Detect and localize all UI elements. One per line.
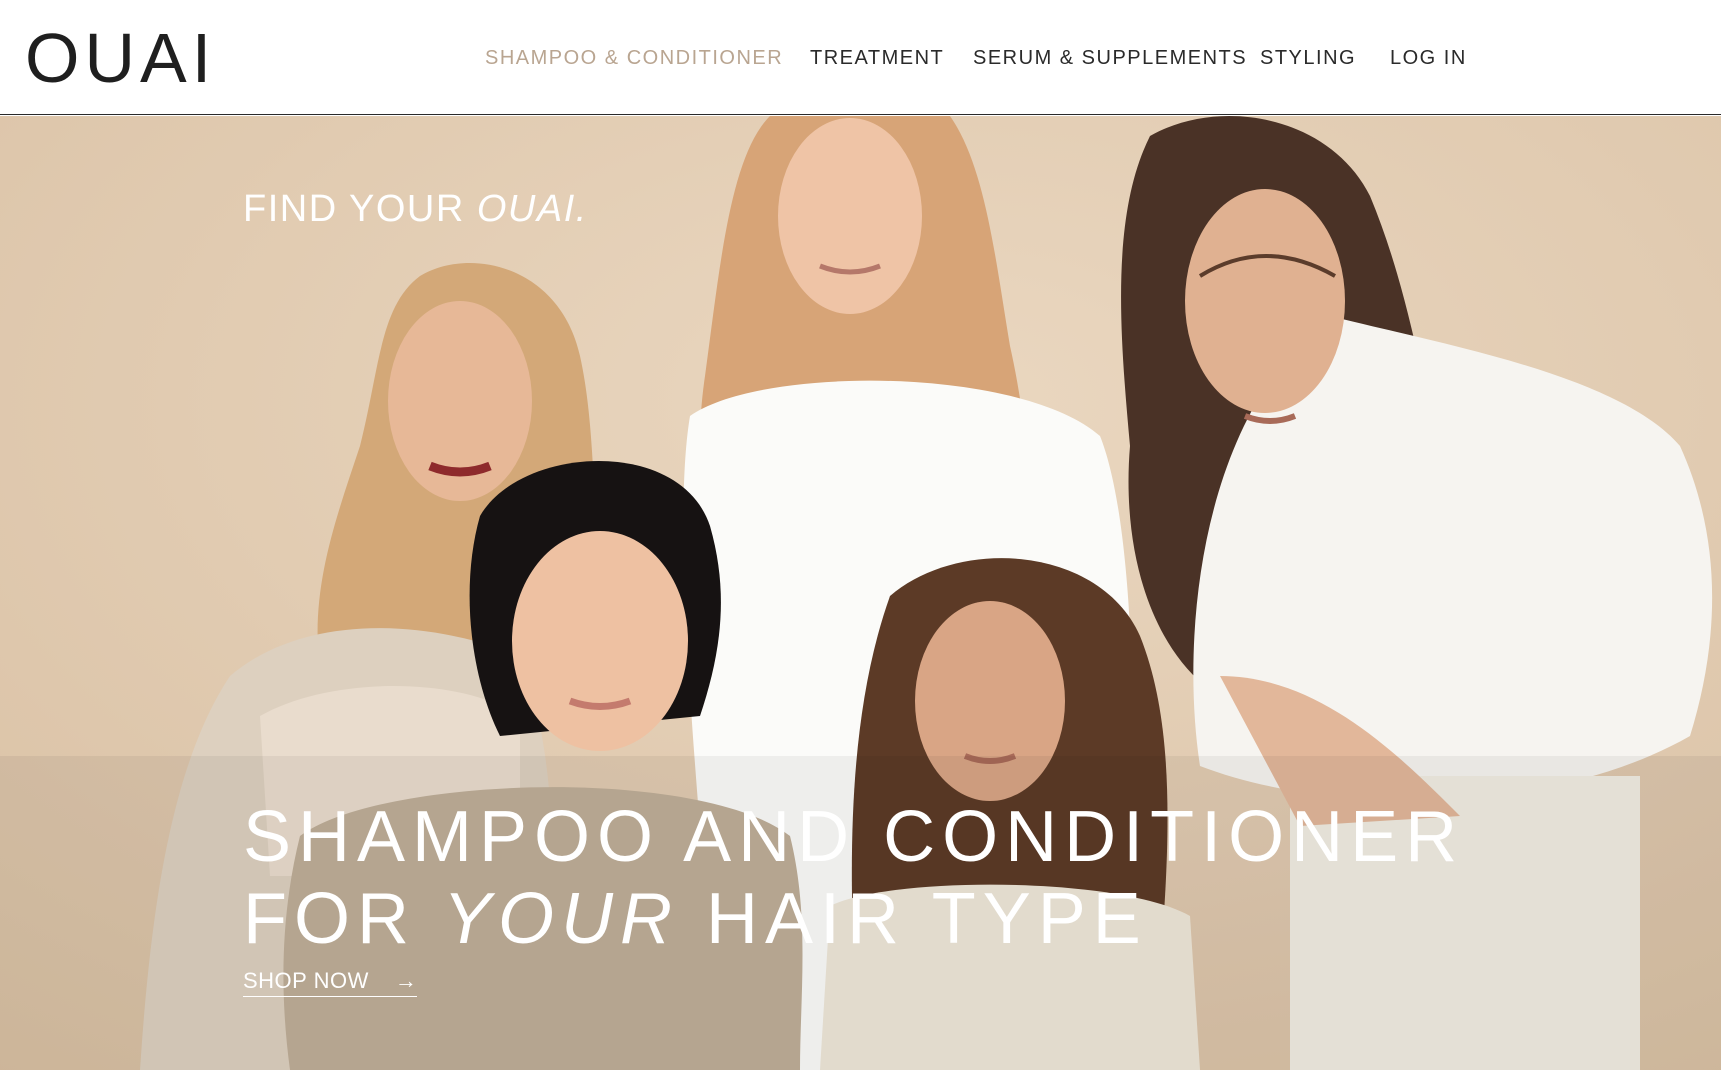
hero-headline-line2-italic: YOUR bbox=[442, 879, 680, 959]
hero-headline-line1: SHAMPOO AND CONDITIONER bbox=[243, 797, 1465, 877]
hero-kicker-brand: OUAI. bbox=[476, 188, 588, 230]
hero-banner: FIND YOUR OUAI. SHAMPOO AND CONDITIONER … bbox=[0, 116, 1721, 1070]
nav-item-styling[interactable]: STYLING bbox=[1260, 44, 1356, 72]
shop-now-label: SHOP NOW bbox=[243, 968, 369, 993]
hero-headline: SHAMPOO AND CONDITIONER FOR YOUR HAIR TY… bbox=[243, 796, 1464, 960]
arrow-right-icon: → bbox=[394, 968, 418, 993]
nav-item-serum-supplements[interactable]: SERUM & SUPPLEMENTS bbox=[973, 44, 1247, 72]
nav-item-treatment[interactable]: TREATMENT bbox=[810, 44, 944, 72]
nav-item-log-in[interactable]: LOG IN bbox=[1390, 44, 1467, 72]
nav-item-shampoo-conditioner[interactable]: SHAMPOO & CONDITIONER bbox=[485, 44, 783, 72]
hero-headline-line2-end: HAIR TYPE bbox=[679, 879, 1148, 959]
hero-kicker-text: FIND YOUR bbox=[243, 188, 477, 230]
main-nav: SHAMPOO & CONDITIONER TREATMENT SERUM & … bbox=[0, 44, 1721, 74]
hero-headline-line2-start: FOR bbox=[243, 879, 443, 959]
shop-now-link[interactable]: SHOP NOW → bbox=[243, 968, 418, 997]
site-header: OUAI SHAMPOO & CONDITIONER TREATMENT SER… bbox=[0, 0, 1721, 115]
hero-kicker: FIND YOUR OUAI. bbox=[243, 188, 588, 231]
